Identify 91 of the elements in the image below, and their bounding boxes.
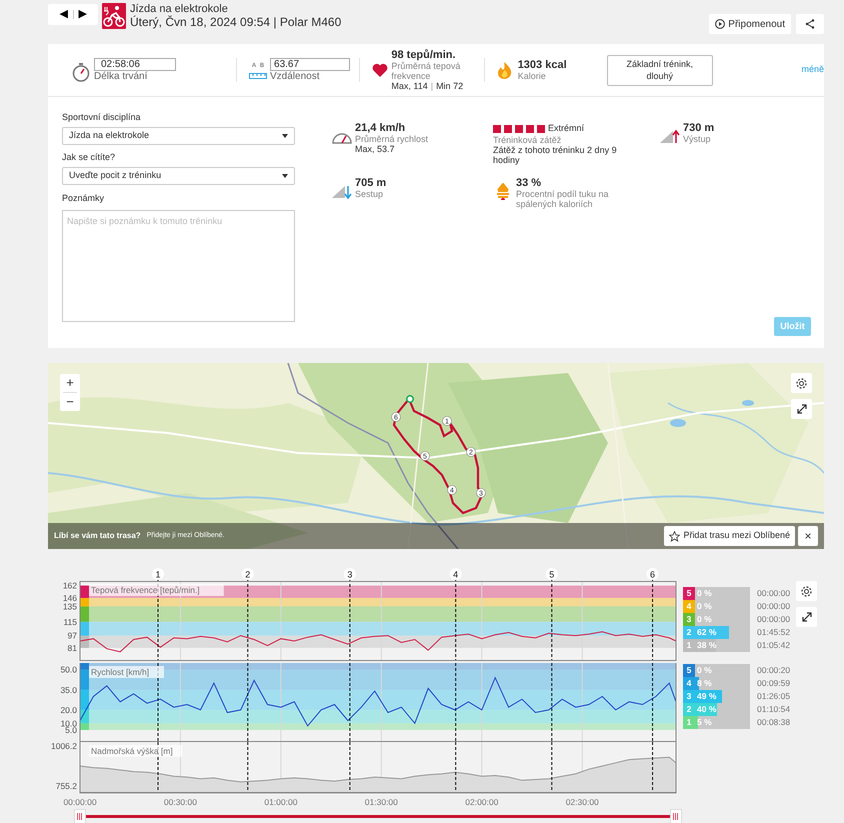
- stat-value: 33 %: [516, 176, 542, 188]
- lap-marker[interactable]: 6: [646, 568, 659, 580]
- x-tick-label: 00:30:00: [164, 797, 197, 807]
- series-label: Nadmořská výška [m]: [91, 746, 173, 756]
- zone-percent: 49 %: [697, 690, 716, 703]
- y-tick-label: 1006.2: [51, 742, 77, 751]
- y-tick-label: 146: [62, 592, 77, 603]
- load-rating: Extrémní: [548, 122, 584, 135]
- y-tick-label: 97: [68, 630, 77, 641]
- lap-marker[interactable]: 4: [450, 568, 462, 580]
- add-favorite-button[interactable]: Přidat trasu mezi Oblíbené: [664, 526, 795, 546]
- lap-marker[interactable]: 5: [546, 568, 558, 580]
- zone-number: 5: [683, 664, 695, 677]
- feeling-label: Jak se cítíte?: [62, 152, 116, 163]
- notes-field[interactable]: Napište si poznámku k tomuto tréninku: [62, 210, 295, 322]
- zone-number: 1: [683, 639, 695, 652]
- zone-time: 01:05:42: [757, 639, 790, 652]
- zone-number: 4: [683, 600, 695, 613]
- zone-percent: 38 %: [697, 639, 716, 652]
- calories-label: Kalorie: [518, 71, 547, 81]
- y-tick-label: 115: [63, 616, 77, 627]
- stat-label: Výstup: [683, 134, 712, 144]
- heart-rate-value: 98 tepů/min.: [391, 49, 457, 61]
- zone-percent: 40 %: [697, 703, 716, 716]
- distance-field[interactable]: 63.67: [270, 58, 350, 70]
- zone-time: 01:10:54: [757, 703, 790, 716]
- zone-number: 3: [683, 613, 695, 626]
- stat-value: 730 m: [683, 122, 716, 134]
- separator-mark: |: [430, 81, 434, 91]
- stat-label: Procentní podíl tuku na spálených kaloriích: [516, 188, 610, 208]
- distance-label: Vzdálenost: [270, 70, 320, 82]
- zone-number: 1: [683, 716, 695, 729]
- zone-number: 2: [683, 626, 695, 639]
- sport-label: Sportovní disciplína: [62, 112, 142, 123]
- calories-value: 1303 kcal: [518, 59, 567, 71]
- y-tick-label: 20.0: [60, 704, 77, 715]
- y-tick-label: 755.2: [56, 780, 77, 791]
- x-tick-label: 01:00:00: [264, 797, 298, 807]
- y-tick-label: 81: [68, 642, 77, 653]
- y-tick-label: 35.0: [60, 684, 77, 695]
- stat-label: Průměrná rychlost: [355, 134, 430, 144]
- stat-value: 21,4 km/h: [355, 122, 406, 134]
- stat-detail: Max, 53.7: [355, 144, 396, 154]
- duration-field[interactable]: 02:58:06: [94, 58, 176, 70]
- load-label: Tréninková zátěž: [493, 136, 562, 144]
- zone-number: 4: [683, 677, 695, 690]
- zone-time: 00:00:00: [757, 613, 790, 626]
- x-tick-label: 02:30:00: [566, 797, 599, 807]
- activity-subtitle: Úterý, Čvn 18, 2024 09:54 | Polar M460: [130, 16, 342, 29]
- zone-time: 00:08:38: [757, 716, 790, 729]
- stat-value: 705 m: [355, 176, 388, 188]
- zone-number: 2: [683, 703, 695, 716]
- activity-title: Jízda na elektrokole: [130, 3, 229, 15]
- zone-time: 00:00:00: [757, 587, 790, 600]
- zone-percent: 62 %: [697, 626, 716, 639]
- zone-time: 01:45:52: [757, 626, 790, 639]
- y-tick-label: 50.0: [60, 664, 77, 675]
- series-label: Tepová frekvence [tepů/min.]: [91, 585, 200, 595]
- lap-marker[interactable]: 2: [242, 568, 254, 580]
- lap-marker[interactable]: 1: [152, 568, 164, 580]
- y-tick-label: 135: [62, 601, 77, 612]
- training-benefit-button[interactable]: Základní trénink, dlouhý: [607, 54, 712, 86]
- feeling-select[interactable]: Uveďte pocit z tréninku: [62, 167, 295, 185]
- banner-question: Líbí se vám tato trasa?: [54, 530, 141, 542]
- y-tick-label: 162: [62, 580, 77, 591]
- zone-time: 00:09:59: [757, 677, 790, 690]
- stat-label: Sestup: [355, 188, 384, 198]
- x-tick-label: 01:30:00: [364, 797, 398, 807]
- min-heart-rate: Min 72: [436, 81, 464, 91]
- zone-time: 00:00:20: [757, 664, 790, 677]
- load-detail: Zátěž z tohoto tréninku 2 dny 9 hodiny: [493, 144, 618, 164]
- notes-label: Poznámky: [62, 193, 106, 204]
- next-button[interactable]: ▶: [78, 9, 86, 20]
- x-tick-label: 02:00:00: [465, 797, 498, 807]
- sport-select[interactable]: Jízda na elektrokole: [62, 127, 295, 145]
- zoom-in-button[interactable]: +: [66, 374, 74, 392]
- x-tick-label: 00:00:00: [63, 797, 97, 807]
- zoom-out-button[interactable]: −: [66, 393, 74, 411]
- replay-button[interactable]: Připomenout: [709, 14, 791, 34]
- close-button[interactable]: ×: [798, 526, 818, 546]
- lap-marker[interactable]: 3: [344, 568, 356, 580]
- y-tick-label: 10.0: [60, 718, 77, 728]
- zone-number: 5: [683, 587, 695, 600]
- max-heart-rate: Max, 114: [391, 81, 428, 91]
- zone-time: 01:26:05: [757, 690, 790, 703]
- series-label: Rychlost [km/h]: [91, 667, 150, 677]
- previous-button[interactable]: ◀: [60, 9, 68, 20]
- duration-label: Délka trvání: [94, 70, 148, 82]
- zone-number: 3: [683, 690, 695, 703]
- heart-rate-label: Průměrná tepová frekvence: [391, 61, 462, 81]
- zone-time: 00:00:00: [757, 600, 790, 613]
